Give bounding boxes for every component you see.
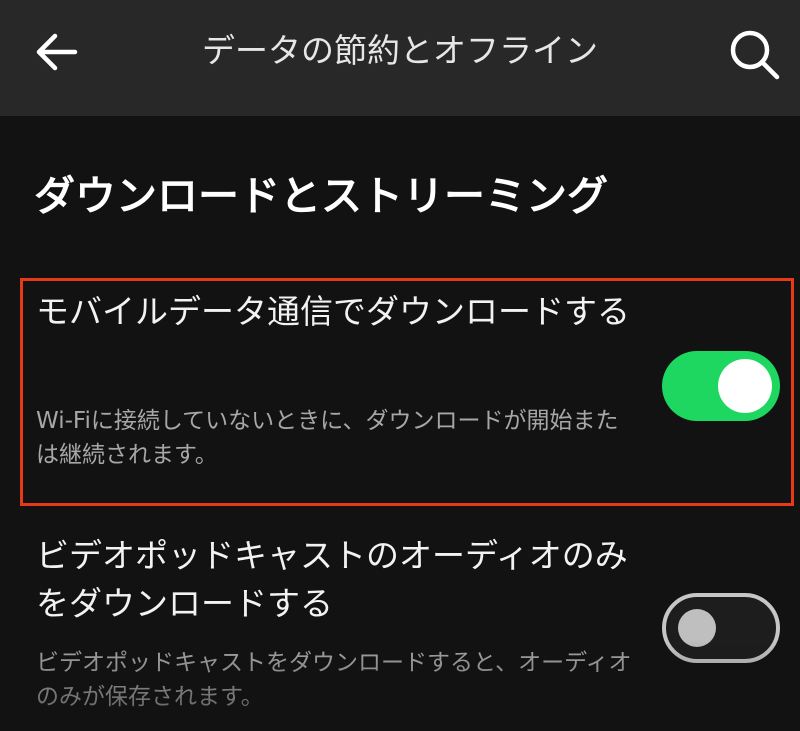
page-title: データの節約とオフライン <box>202 31 598 70</box>
mobile-data-download-toggle[interactable] <box>662 351 780 421</box>
search-icon <box>730 30 780 80</box>
audio-only-download-toggle[interactable] <box>662 593 780 663</box>
setting-description: ビデオポッドキャストをダウンロードすると、オーディオのみが保存されます。 <box>36 650 632 710</box>
setting-audio-only-download[interactable]: ビデオポッドキャストのオーディオのみをダウンロードする ビデオポッドキャストをダ… <box>0 530 800 731</box>
app-bar: データの節約とオフライン <box>0 0 800 116</box>
toggle-knob <box>718 359 772 413</box>
toggle-knob <box>678 609 716 647</box>
setting-description: Wi-Fiに接続していないときに、ダウンロードが開始または継続されます。 <box>36 408 619 468</box>
section-heading: ダウンロードとストリーミング <box>34 172 608 220</box>
setting-title: ビデオポッドキャストのオーディオのみをダウンロードする <box>36 536 628 623</box>
setting-mobile-data-download[interactable]: モバイルデータ通信でダウンロードする Wi-Fiに接続していないときに、ダウンロ… <box>0 280 800 506</box>
back-button[interactable] <box>26 22 86 82</box>
setting-title: モバイルデータ通信でダウンロードする <box>36 292 630 331</box>
search-button[interactable] <box>722 22 786 86</box>
arrow-left-icon <box>36 33 78 71</box>
